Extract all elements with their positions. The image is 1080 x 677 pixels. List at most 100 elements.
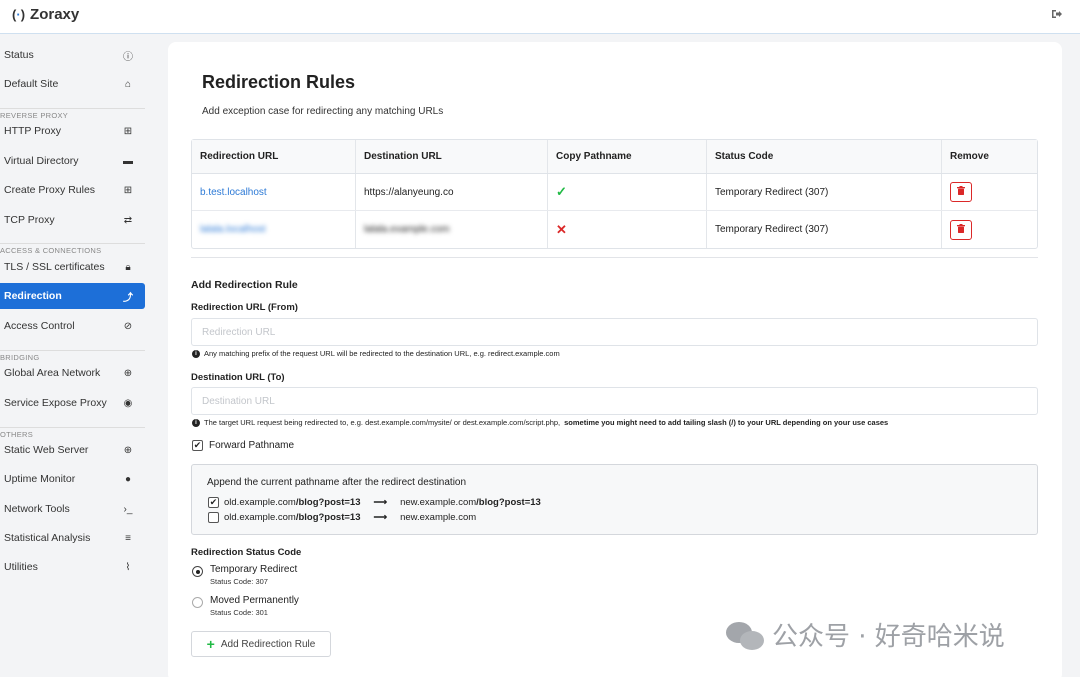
sidebar-item-label: Status — [4, 49, 34, 61]
sidebar-item-default-site[interactable]: Default Site ⌂ — [0, 71, 145, 97]
destination-url: lalala.example.com — [364, 224, 450, 235]
wechat-icon — [726, 620, 766, 650]
redirection-url-link[interactable]: lalala.localhost — [200, 224, 266, 235]
sidebar-item-statistical-analysis[interactable]: Statistical Analysis ≡ — [0, 525, 145, 551]
sidebar-item-redirection[interactable]: Redirection ⤴ — [0, 283, 145, 309]
globe-icon: ⊕ — [123, 444, 133, 456]
checkbox-empty-icon — [208, 512, 219, 523]
table-row: lalala.localhost lalala.example.com ✕ Te… — [192, 211, 1037, 248]
col-remove: Remove — [941, 140, 1039, 173]
sidebar-item-http-proxy[interactable]: HTTP Proxy ⊞ — [0, 118, 145, 144]
radio-moved-permanently[interactable]: Moved Permanently Status Code: 301 — [192, 595, 299, 617]
sidebar-item-label: Access Control — [4, 320, 75, 332]
table-row: b.test.localhost https://alanyeung.co ✓ … — [192, 174, 1037, 211]
col-destination-url: Destination URL — [355, 140, 547, 173]
app-name: Zoraxy — [30, 6, 80, 23]
sidebar-item-label: Redirection — [4, 290, 62, 302]
forward-pathname-note: Append the current pathname after the re… — [191, 464, 1038, 535]
sidebar-item-static-web-server[interactable]: Static Web Server ⊕ — [0, 437, 145, 463]
checkbox-checked-icon: ✔ — [208, 497, 219, 508]
from-label: Redirection URL (From) — [191, 302, 298, 313]
clock-icon: ● — [124, 473, 132, 485]
sidebar-item-label: Network Tools — [4, 503, 70, 515]
sidebar-item-label: Global Area Network — [4, 367, 101, 379]
logout-icon[interactable] — [1051, 9, 1062, 22]
cross-icon: ✕ — [556, 221, 567, 237]
table-header: Redirection URL Destination URL Copy Pat… — [192, 140, 1037, 174]
sidebar-item-utilities[interactable]: Utilities ⌇ — [0, 554, 145, 580]
sidebar-item-tcp-proxy[interactable]: TCP Proxy ⇄ — [0, 207, 145, 233]
plus-square-icon: ⊞ — [123, 184, 133, 196]
remove-button[interactable] — [950, 219, 972, 240]
page-title: Redirection Rules — [202, 72, 356, 92]
sidebar-item-uptime-monitor[interactable]: Uptime Monitor ● — [0, 466, 145, 492]
sitemap-icon: ⊞ — [123, 125, 133, 137]
sidebar-item-label: Uptime Monitor — [4, 473, 76, 485]
checkbox-checked-icon[interactable]: ✔ — [192, 440, 203, 451]
plus-icon: + — [206, 636, 215, 652]
redirection-table: Redirection URL Destination URL Copy Pat… — [191, 139, 1038, 249]
sidebar-item-label: Utilities — [4, 561, 38, 573]
destination-url-input[interactable] — [191, 387, 1038, 415]
col-status-code: Status Code — [706, 140, 941, 173]
destination-url: https://alanyeung.co — [355, 174, 547, 210]
sidebar-item-network-tools[interactable]: Network Tools ›_ — [0, 496, 145, 522]
level-up-icon: ⤴ — [123, 292, 133, 304]
sidebar-item-label: Create Proxy Rules — [4, 184, 96, 196]
paperclip-icon: ⌇ — [125, 561, 131, 573]
main-card — [168, 42, 1062, 677]
arrow-right-icon: ⟶ — [373, 512, 388, 523]
sidebar-item-service-expose-proxy[interactable]: Service Expose Proxy ◉ — [0, 390, 145, 416]
example-row: ✔ old.example.com/blog?post=13 ⟶ new.exa… — [208, 497, 541, 508]
from-hint: i Any matching prefix of the request URL… — [192, 349, 560, 358]
home-icon: ⌂ — [124, 78, 132, 90]
trash-icon — [957, 223, 965, 236]
radio-unselected-icon[interactable] — [192, 597, 203, 608]
status-code-label: Redirection Status Code — [191, 547, 302, 558]
add-redirection-rule-button[interactable]: + Add Redirection Rule — [191, 631, 331, 657]
sidebar-item-label: HTTP Proxy — [4, 125, 61, 137]
note-title: Append the current pathname after the re… — [207, 477, 467, 488]
lock-icon: 🔒︎ — [125, 261, 131, 273]
app-logo[interactable]: (·) Zoraxy — [12, 6, 79, 23]
sidebar-item-virtual-directory[interactable]: Virtual Directory ▬ — [0, 148, 145, 174]
to-hint: i The target URL request being redirecte… — [192, 418, 888, 427]
forward-pathname-checkbox[interactable]: ✔ Forward Pathname — [192, 440, 294, 451]
arrow-right-icon: ⟶ — [373, 497, 388, 508]
sidebar-item-access-control[interactable]: Access Control ⊘ — [0, 313, 145, 339]
check-icon: ✓ — [556, 184, 567, 199]
sidebar-item-create-proxy-rules[interactable]: Create Proxy Rules ⊞ — [0, 177, 145, 203]
sidebar-item-label: TLS / SSL certificates — [4, 261, 105, 273]
logo-icon: (·) — [12, 7, 26, 22]
sidebar-item-label: Static Web Server — [4, 444, 89, 456]
podcast-icon: ◉ — [123, 397, 133, 409]
sidebar-item-label: Service Expose Proxy — [4, 397, 107, 409]
radio-selected-icon[interactable] — [192, 566, 203, 577]
sidebar-item-tls-ssl-certificates[interactable]: TLS / SSL certificates 🔒︎ — [0, 254, 145, 280]
to-label: Destination URL (To) — [191, 372, 285, 383]
terminal-icon: ›_ — [123, 503, 133, 515]
info-icon: i — [192, 349, 200, 358]
trash-icon — [957, 186, 965, 198]
sidebar-item-label: Statistical Analysis — [4, 532, 91, 544]
redirection-url-input[interactable] — [191, 318, 1038, 346]
info-icon: ⓘ — [123, 51, 133, 63]
sidebar-item-status[interactable]: Status ⓘ — [0, 42, 145, 68]
sidebar-item-label: Virtual Directory — [4, 155, 79, 167]
database-icon: ≡ — [125, 532, 131, 544]
info-icon: i — [192, 418, 200, 427]
add-rule-heading: Add Redirection Rule — [191, 279, 298, 291]
col-redirection-url: Redirection URL — [200, 151, 279, 162]
page-subtitle: Add exception case for redirecting any m… — [202, 106, 444, 117]
redirection-url-link[interactable]: b.test.localhost — [200, 187, 267, 198]
sidebar-item-label: TCP Proxy — [4, 214, 55, 226]
sidebar-item-global-area-network[interactable]: Global Area Network ⊕ — [0, 360, 145, 386]
sidebar: REVERSE PROXY ACCESS & CONNECTIONS BRIDGIN… — [0, 35, 150, 677]
radio-temporary-redirect[interactable]: Temporary Redirect Status Code: 307 — [192, 564, 297, 586]
top-bar: (·) Zoraxy — [0, 0, 1080, 34]
remove-button[interactable] — [950, 182, 972, 202]
example-row: old.example.com/blog?post=13 ⟶ new.examp… — [208, 512, 476, 523]
exchange-icon: ⇄ — [123, 214, 133, 226]
status-code: Temporary Redirect (307) — [706, 211, 941, 248]
ban-icon: ⊘ — [123, 320, 133, 332]
